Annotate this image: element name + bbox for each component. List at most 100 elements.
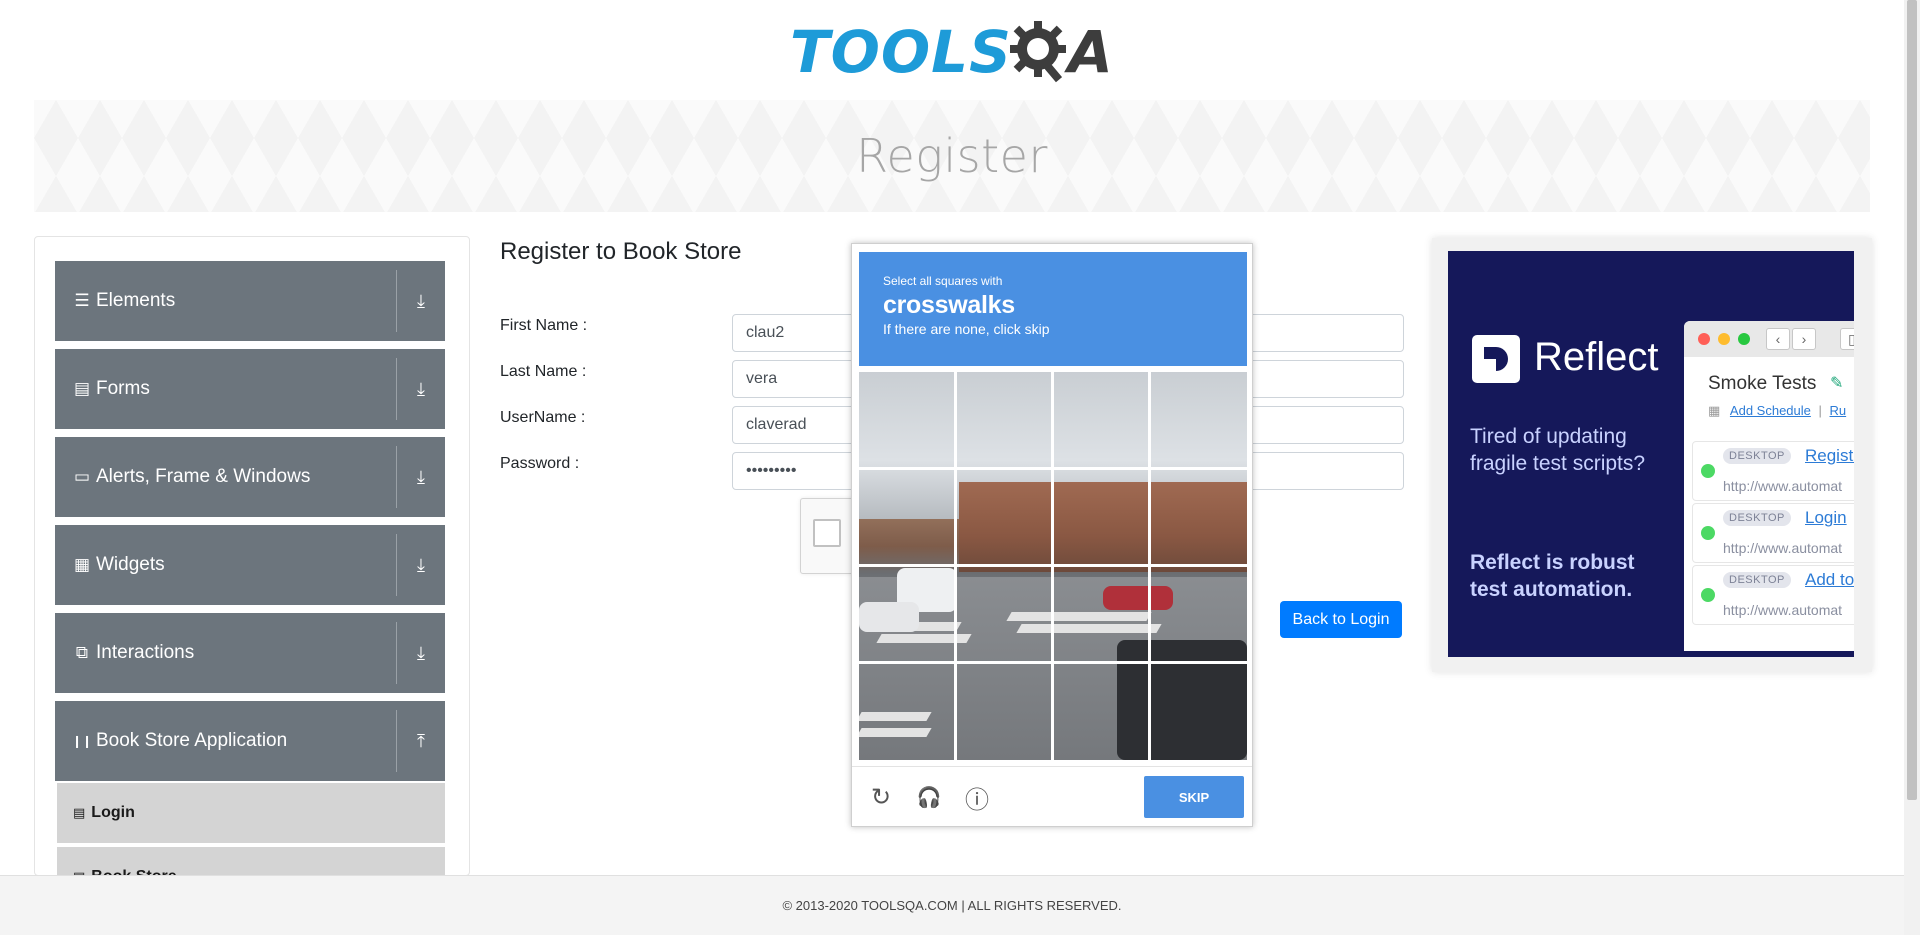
reflect-ad[interactable]: Reflect Tired of updating fragile test s… (1448, 251, 1854, 657)
document-icon: ▤ (73, 805, 86, 820)
captcha-image-car (1103, 586, 1173, 610)
ad-row-name: Login (1805, 508, 1847, 527)
status-dot-icon (1701, 588, 1715, 602)
ad-schedule-link: Add Schedule (1729, 403, 1811, 418)
username-label: UserName : (500, 409, 586, 426)
captcha-image-building (959, 482, 1247, 572)
sidebar-group-label: Alerts, Frame & Windows (96, 466, 311, 487)
captcha-target: crosswalks (883, 291, 1015, 319)
ad-row-url: http://www.automat (1723, 540, 1843, 556)
footer-copyright: © 2013-2020 TOOLSQA.COM | ALL RIGHTS RES… (782, 898, 1122, 913)
sidebar-group-label: Book Store Application (96, 730, 288, 751)
sidebar-group-book-store[interactable]: ❙❙ Book Store Application ⤒ (55, 701, 445, 781)
ad-brand: Reflect (1534, 335, 1659, 379)
captcha-skip-button[interactable]: SKIP (1144, 776, 1244, 818)
ad-row-tag: DESKTOP (1723, 448, 1791, 464)
download-arrow-icon: ⤓ (417, 642, 425, 663)
sidebar-group-forms[interactable]: ▤ Forms ⤓ (55, 349, 445, 429)
widgets-icon: ▦ (73, 555, 91, 574)
sidebar-group-label: Interactions (96, 642, 195, 663)
captcha-image-suv (1117, 640, 1247, 760)
document-icon: ▤ (73, 379, 91, 398)
hamburger-icon: ☰ (74, 291, 90, 310)
captcha-challenge-popup: Select all squares with crosswalks If th… (851, 243, 1253, 827)
captcha-image-grid (859, 372, 1247, 760)
sidebar-panel: ☰ Elements ⤓ ▤ Forms ⤓ ▭ Alerts, Frame &… (34, 236, 470, 876)
ad-test-row: DESKTOP Login http://www.automat (1692, 503, 1854, 563)
back-arrow-icon: ‹ (1766, 328, 1790, 350)
password-label: Password : (500, 455, 580, 472)
minimize-dot-icon (1718, 333, 1730, 345)
page-scrollbar[interactable] (1904, 0, 1920, 935)
ad-tagline: Tired of updating fragile test scripts? (1470, 425, 1646, 475)
toolsqa-logo[interactable]: TOOLS A (790, 14, 1116, 90)
calendar-icon: ▦ (1708, 403, 1721, 418)
recaptcha-checkbox[interactable] (813, 519, 841, 547)
status-dot-icon (1701, 464, 1715, 478)
interaction-icon: ⧉ (75, 643, 89, 662)
sidebar-group-widgets[interactable]: ▦ Widgets ⤓ (55, 525, 445, 605)
captcha-divider (852, 766, 1252, 767)
captcha-instruction: Select all squares with (883, 274, 1003, 288)
close-dot-icon (1698, 333, 1710, 345)
crosswalk-stripe (859, 712, 932, 721)
ad-row-url: http://www.automat (1723, 478, 1843, 494)
grid-line (859, 564, 1247, 567)
sidebar-toggle-icon: ▯ (1840, 328, 1854, 350)
download-arrow-icon: ⤓ (417, 466, 425, 487)
ad-strong-text: Reflect is robust test automation. (1470, 551, 1635, 601)
reload-icon[interactable]: ↻ (866, 782, 896, 812)
footer: © 2013-2020 TOOLSQA.COM | ALL RIGHTS RES… (0, 875, 1904, 935)
page-title: Register (856, 129, 1048, 183)
headphones-icon[interactable]: 🎧 (914, 782, 944, 812)
logo-shape (1496, 347, 1508, 371)
sidebar-group-alerts[interactable]: ▭ Alerts, Frame & Windows ⤓ (55, 437, 445, 517)
crosswalk-stripe (859, 728, 932, 737)
last-name-label: Last Name : (500, 363, 587, 380)
ad-row-name: Registr (1805, 446, 1854, 465)
ad-schedule-more: Ru (1829, 403, 1847, 418)
books-icon: ❙❙ (72, 734, 93, 748)
crosswalk-stripe (1016, 624, 1162, 633)
sidebar-item-login[interactable]: ▤ Login (57, 783, 445, 843)
sidebar-group-label: Widgets (96, 554, 165, 575)
ad-window-title: Smoke Tests (1708, 373, 1817, 394)
window-titlebar: ‹ › ▯ (1684, 321, 1854, 357)
pencil-icon: ✎ (1830, 375, 1844, 392)
download-arrow-icon: ⤓ (417, 290, 425, 311)
first-name-label: First Name : (500, 317, 588, 334)
grid-line (859, 661, 1247, 664)
ad-test-row: DESKTOP Add to http://www.automat (1692, 565, 1854, 625)
sidebar-group-label: Forms (96, 378, 150, 399)
forward-arrow-icon: › (1792, 328, 1816, 350)
maximize-dot-icon (1738, 333, 1750, 345)
logo-shape (1484, 347, 1496, 359)
ad-app-window: ‹ › ▯ Smoke Tests ✎ ▦ Add Schedule | Ru … (1684, 321, 1854, 651)
sidebar-item-book-store[interactable]: ▤ Book Store (57, 847, 445, 875)
sidebar-group-label: Elements (96, 290, 176, 311)
window-icon: ▭ (73, 467, 91, 486)
download-arrow-icon: ⤓ (417, 378, 425, 399)
sidebar-group-interactions[interactable]: ⧉ Interactions ⤓ (55, 613, 445, 693)
sidebar-item-label: Login (91, 804, 135, 821)
ad-row-tag: DESKTOP (1723, 572, 1791, 588)
sidebar-group-elements[interactable]: ☰ Elements ⤓ (55, 261, 445, 341)
captcha-hint: If there are none, click skip (883, 321, 1050, 337)
crosswalk-stripe (1006, 612, 1152, 621)
ad-row-name: Add to (1805, 570, 1854, 589)
upload-arrow-icon: ⤒ (417, 730, 425, 751)
download-arrow-icon: ⤓ (417, 554, 425, 575)
gear-icon (1009, 21, 1066, 83)
status-dot-icon (1701, 526, 1715, 540)
logo-text-qa: A (1067, 18, 1113, 86)
separator: | (1818, 403, 1822, 418)
page-banner: Register (34, 100, 1870, 212)
ad-row-tag: DESKTOP (1723, 510, 1791, 526)
back-to-login-button[interactable]: Back to Login (1280, 601, 1402, 638)
scrollbar-thumb[interactable] (1907, 0, 1917, 800)
info-icon[interactable]: ⓘ (962, 782, 992, 814)
reflect-logo-icon (1472, 335, 1520, 383)
ad-row-url: http://www.automat (1723, 602, 1843, 618)
captcha-header: Select all squares with crosswalks If th… (859, 252, 1247, 366)
ad-schedule-row: ▦ Add Schedule | Ru (1708, 403, 1846, 419)
